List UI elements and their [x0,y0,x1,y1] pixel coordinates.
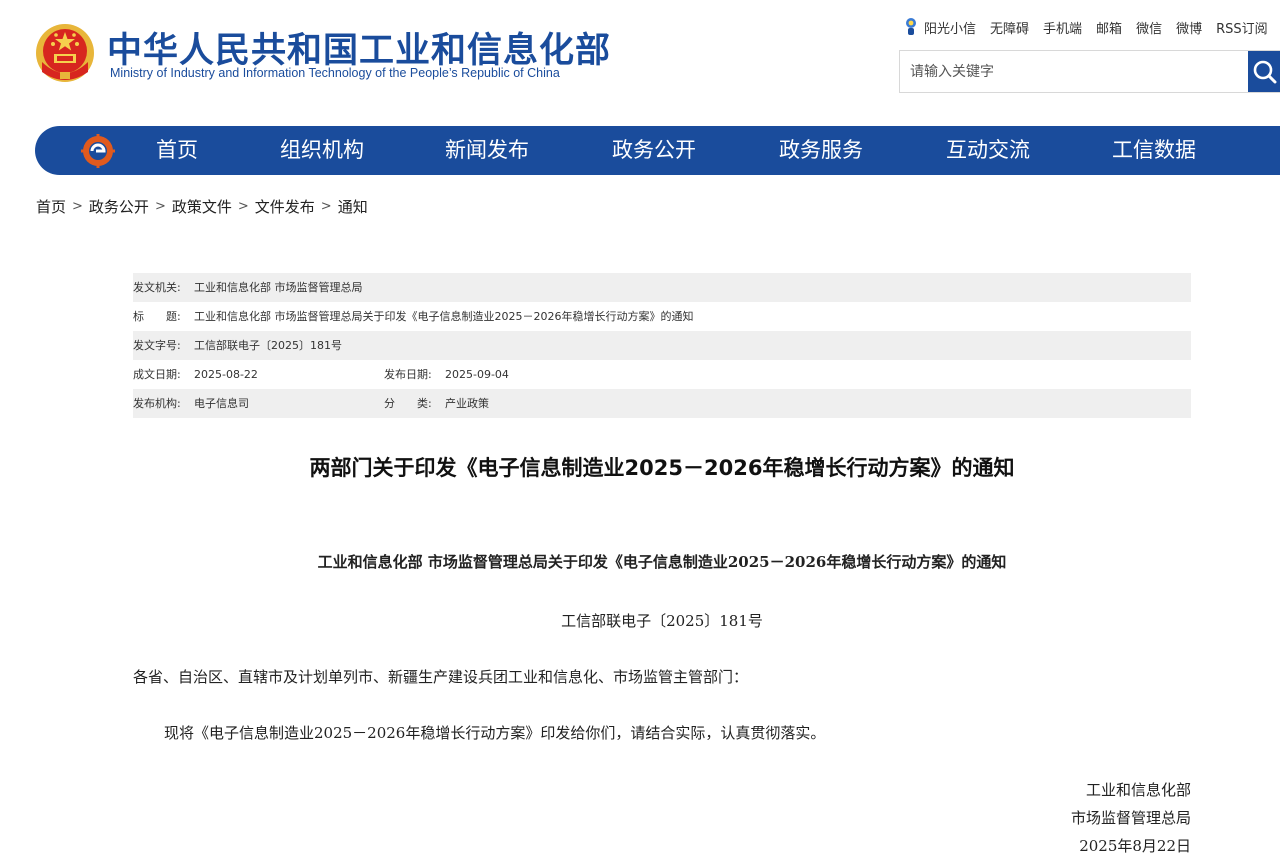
top-link-mailbox[interactable]: 邮箱 [1096,18,1122,37]
miit-logo-icon[interactable] [81,134,115,168]
breadcrumb-gov-affairs[interactable]: 政务公开 [89,196,149,217]
meta-published-value: 2025-09-04 [445,368,509,381]
meta-published-label: 发布日期: [384,368,432,381]
nav-interaction[interactable]: 互动交流 [946,126,1030,175]
nav-home[interactable]: 首页 [156,126,198,175]
breadcrumb-separator: > [237,198,249,214]
nav-government-services[interactable]: 政务服务 [779,126,863,175]
breadcrumb-doc-release[interactable]: 文件发布 [255,196,315,217]
search-button[interactable] [1248,51,1280,92]
meta-title-value: 工业和信息化部 市场监督管理总局关于印发《电子信息制造业2025－2026年稳增… [194,310,694,323]
meta-row-title: 标 题: 工业和信息化部 市场监督管理总局关于印发《电子信息制造业2025－20… [133,302,1191,331]
document-body-paragraph: 现将《电子信息制造业2025－2026年稳增长行动方案》印发给你们，请结合实际，… [164,724,826,742]
nav-government-affairs[interactable]: 政务公开 [612,126,696,175]
nav-news[interactable]: 新闻发布 [445,126,529,175]
meta-row-issuer: 发文机关: 工业和信息化部 市场监督管理总局 [133,273,1191,302]
meta-row-org: 发布机构: 电子信息司 分 类: 产业政策 [133,389,1191,418]
breadcrumb-separator: > [320,198,332,214]
search-box [899,50,1280,93]
top-link-sunshine[interactable]: 阳光小信 [924,18,976,37]
meta-created-label: 成文日期: [133,368,181,381]
document-salutation: 各省、自治区、直辖市及计划单列市、新疆生产建设兵团工业和信息化、市场监管主管部门… [133,668,749,686]
top-link-wechat[interactable]: 微信 [1136,18,1162,37]
site-header: 中华人民共和国工业和信息化部 Ministry of Industry and … [0,0,1280,120]
search-input[interactable] [900,51,1248,92]
meta-row-docno: 发文字号: 工信部联电子〔2025〕181号 [133,331,1191,360]
search-icon [1253,60,1277,84]
top-link-accessibility[interactable]: 无障碍 [990,18,1029,37]
top-link-weibo[interactable]: 微博 [1176,18,1202,37]
meta-title-label: 标 题: [133,310,181,323]
meta-category-value: 产业政策 [445,397,489,410]
document-heading: 工业和信息化部 市场监督管理总局关于印发《电子信息制造业2025－2026年稳增… [317,553,1007,571]
meta-category-label: 分 类: [384,397,432,410]
document-number: 工信部联电子〔2025〕181号 [561,612,763,630]
breadcrumb-separator: > [72,198,83,214]
meta-issuer-label: 发文机关: [133,281,181,294]
top-links: 阳光小信 无障碍 手机端 邮箱 微信 微博 RSS订阅 [902,16,1280,38]
nav-organization[interactable]: 组织机构 [280,126,364,175]
national-emblem-icon[interactable] [34,22,96,84]
sunshine-mascot-icon [906,18,916,35]
meta-org-label: 发布机构: [133,397,181,410]
signature-date: 2025年8月22日 [1079,837,1191,855]
breadcrumb-home[interactable]: 首页 [36,196,66,217]
meta-row-dates: 成文日期: 2025-08-22 发布日期: 2025-09-04 [133,360,1191,389]
document-signatures: 工业和信息化部 市场监督管理总局 2025年8月22日 [880,776,1191,860]
top-link-rss[interactable]: RSS订阅 [1216,18,1268,37]
top-link-mobile[interactable]: 手机端 [1043,18,1082,37]
signature-miit: 工业和信息化部 [1085,781,1191,799]
document-meta-table: 发文机关: 工业和信息化部 市场监督管理总局 标 题: 工业和信息化部 市场监督… [133,273,1191,418]
meta-created-value: 2025-08-22 [194,368,258,381]
signature-samr: 市场监督管理总局 [1070,809,1191,827]
meta-docno-value: 工信部联电子〔2025〕181号 [194,339,342,352]
site-subtitle: Ministry of Industry and Information Tec… [110,66,560,80]
article-title: 两部门关于印发《电子信息制造业2025－2026年稳增长行动方案》的通知 [309,456,1015,480]
breadcrumb-notice[interactable]: 通知 [338,196,368,217]
main-nav: 首页 组织机构 新闻发布 政务公开 政务服务 互动交流 工信数据 [35,126,1280,175]
nav-data[interactable]: 工信数据 [1112,126,1196,175]
meta-org-value: 电子信息司 [194,397,249,410]
meta-issuer-value: 工业和信息化部 市场监督管理总局 [194,281,363,294]
breadcrumb-policy-docs[interactable]: 政策文件 [172,196,232,217]
meta-docno-label: 发文字号: [133,339,181,352]
breadcrumb-separator: > [154,198,166,214]
breadcrumb: 首页 > 政务公开 > 政策文件 > 文件发布 > 通知 [36,195,368,217]
